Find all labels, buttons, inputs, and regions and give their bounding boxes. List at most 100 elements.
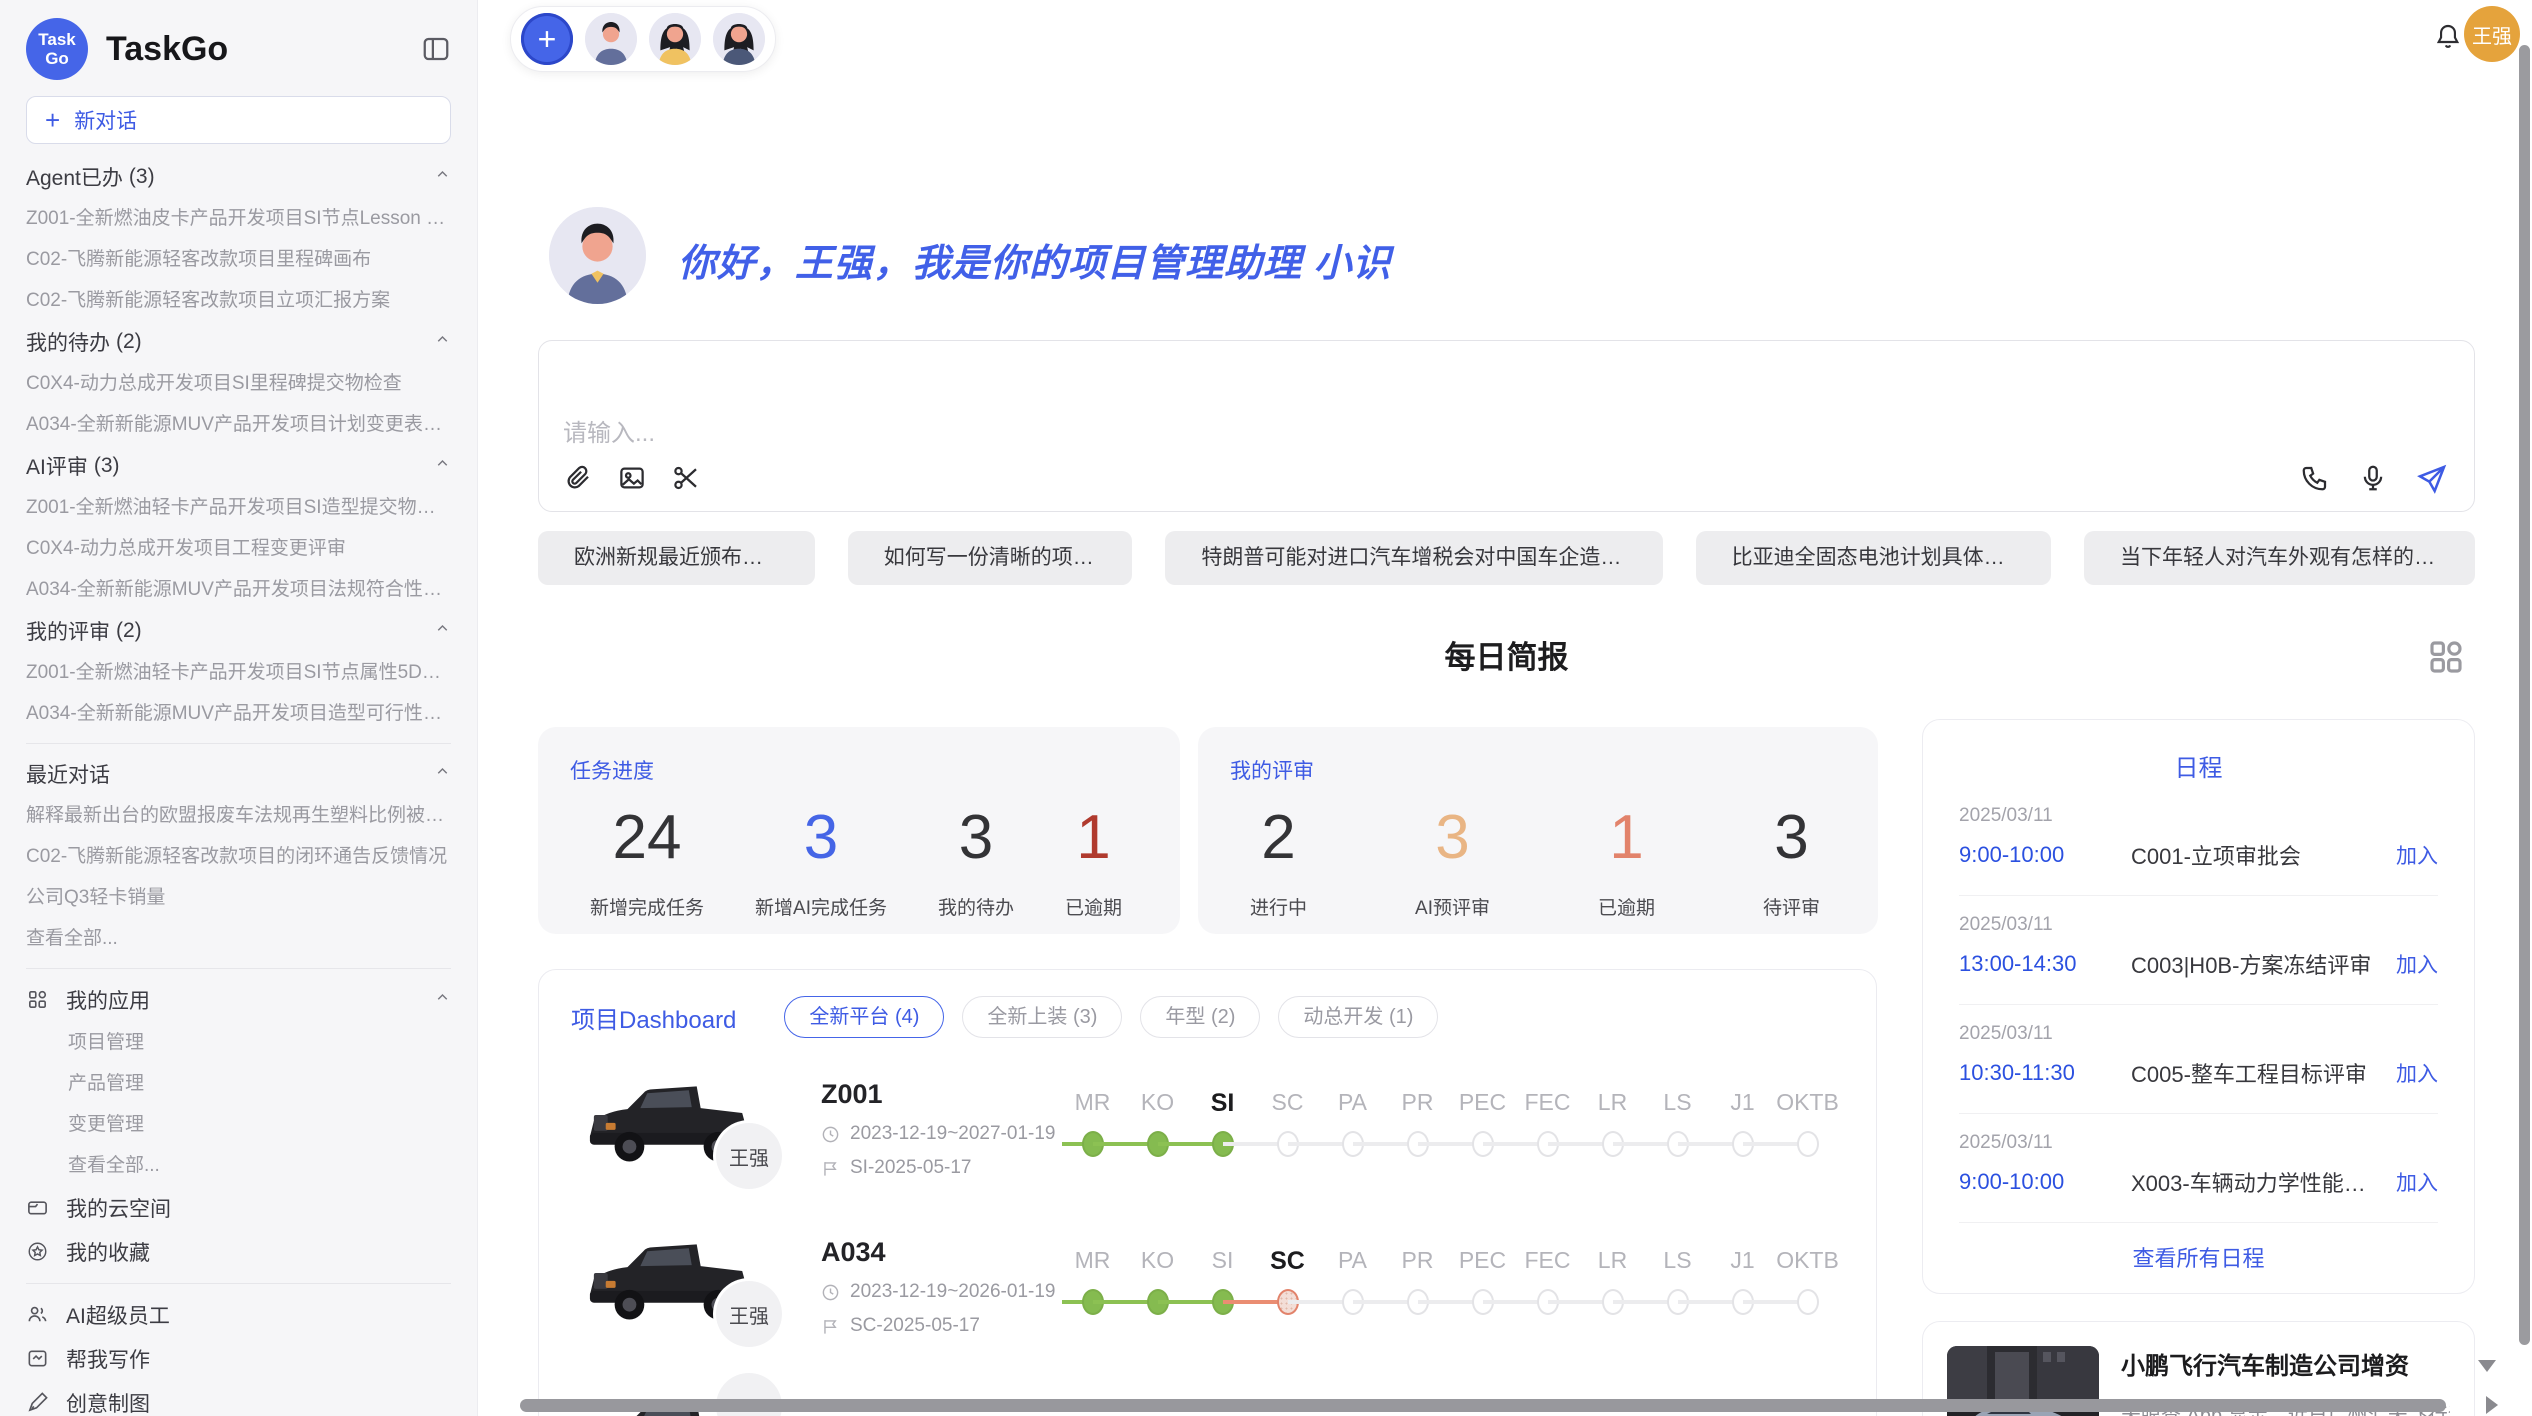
- sidebar-recent-item[interactable]: C02-飞腾新能源轻客改款项目的闭环通告反馈情况: [26, 836, 451, 877]
- sidebar-section-header-1[interactable]: 我的待办(2): [26, 321, 451, 363]
- sidebar-task-item[interactable]: C02-飞腾新能源轻客改款项目立项汇报方案: [26, 280, 451, 321]
- sidebar-task-item[interactable]: Z001-全新燃油皮卡产品开发项目SI节点Lesson Learn报告: [26, 198, 451, 239]
- chat-input[interactable]: [563, 341, 2163, 461]
- dashboard-tab-3[interactable]: 年型 (2): [1140, 996, 1260, 1038]
- sidebar-task-item[interactable]: A034-全新新能源MUV产品开发项目计划变更表编写: [26, 404, 451, 445]
- sidebar-item-people[interactable]: AI超级员工: [26, 1293, 451, 1337]
- session-avatar-2[interactable]: [649, 13, 701, 65]
- project-code: A034: [821, 1237, 886, 1268]
- section-count: (2): [116, 619, 142, 643]
- view-all-schedule-link[interactable]: 查看所有日程: [1923, 1241, 2474, 1273]
- sidebar-link-label: 我的收藏: [66, 1237, 150, 1267]
- chevron-up-icon: [434, 165, 451, 189]
- sidebar-item-my-apps[interactable]: 我的应用: [26, 978, 451, 1022]
- stat-value: 1: [1065, 807, 1122, 869]
- clock-icon: [821, 1125, 840, 1144]
- sidebar-item-write[interactable]: 帮我写作: [26, 1337, 451, 1381]
- phone-call-icon[interactable]: [2300, 463, 2332, 495]
- section-title: 我的评审: [26, 616, 110, 646]
- task-progress-card: 任务进度24新增完成任务3新增AI完成任务3我的待办1已逾期: [538, 727, 1180, 934]
- project-date-range: 2023-12-19~2026-01-19: [821, 1281, 1055, 1303]
- new-chat-label: 新对话: [74, 105, 137, 135]
- project-milestone-date: SC-2025-05-17: [821, 1315, 980, 1337]
- suggestion-chip-5[interactable]: 当下年轻人对汽车外观有怎样的喜好趋势: [2084, 531, 2475, 585]
- scroll-right-arrow-icon[interactable]: [2486, 1396, 2498, 1414]
- join-link[interactable]: 加入: [2396, 840, 2438, 870]
- sidebar-apps-section: 我的应用项目管理产品管理变更管理查看全部...: [26, 978, 451, 1186]
- sidebar-collapse-icon[interactable]: [421, 34, 451, 64]
- add-session-button[interactable]: +: [521, 13, 573, 65]
- sidebar-task-item[interactable]: A034-全新新能源MUV产品开发项目造型可行性评审: [26, 693, 451, 734]
- sidebar-task-item[interactable]: C0X4-动力总成开发项目SI里程碑提交物检查: [26, 363, 451, 404]
- microphone-icon[interactable]: [2358, 463, 2390, 495]
- my-review-card: 我的评审2进行中3AI预评审1已逾期3待评审: [1198, 727, 1878, 934]
- sidebar-recent-item[interactable]: 解释最新出台的欧盟报废车法规再生塑料比例被调至15%...: [26, 795, 451, 836]
- chevron-up-icon: [434, 330, 451, 354]
- scroll-down-arrow-icon[interactable]: [2478, 1360, 2496, 1372]
- stat-value: 2: [1250, 807, 1307, 869]
- layout-grid-icon[interactable]: [2425, 636, 2467, 678]
- section-title: 最近对话: [26, 759, 110, 789]
- stat-column: 24新增完成任务: [590, 807, 704, 920]
- sidebar-recent-section: 最近对话解释最新出台的欧盟报废车法规再生塑料比例被调至15%...C02-飞腾新…: [26, 753, 451, 959]
- send-icon[interactable]: [2416, 463, 2448, 495]
- scissors-icon[interactable]: [671, 463, 703, 495]
- sidebar-item-cloud[interactable]: 我的云空间: [26, 1186, 451, 1230]
- sidebar-app-item[interactable]: 变更管理: [26, 1104, 451, 1145]
- milestone-label-SI: SI: [1190, 1247, 1255, 1276]
- sidebar-section-header-2[interactable]: AI评审(3): [26, 445, 451, 487]
- milestone-date-text: SI-2025-05-17: [850, 1157, 971, 1179]
- stat-value: 24: [590, 807, 704, 869]
- stat-label: 进行中: [1250, 893, 1307, 920]
- suggestion-chip-2[interactable]: 如何写一份清晰的项目周报: [848, 531, 1133, 585]
- image-upload-icon[interactable]: [617, 463, 649, 495]
- user-avatar-badge[interactable]: 王强: [2464, 6, 2520, 62]
- horizontal-scrollbar[interactable]: [520, 1399, 2446, 1412]
- notification-bell-icon[interactable]: [2432, 22, 2464, 54]
- milestone-label-LR: LR: [1580, 1089, 1645, 1118]
- join-link[interactable]: 加入: [2396, 1167, 2438, 1197]
- dashboard-tab-1[interactable]: 全新平台 (4): [784, 996, 944, 1038]
- taskgo-app: Task Go TaskGo + 新对话 Agent已办(3)Z001-全新燃油…: [0, 0, 2532, 1416]
- suggestion-chip-4[interactable]: 比亚迪全固态电池计划具体说了什么: [1696, 531, 2051, 585]
- sidebar-recent-item[interactable]: 公司Q3轻卡销量: [26, 877, 451, 918]
- project-owner-badge: 王强: [716, 1281, 782, 1347]
- stat-label: 我的待办: [938, 893, 1014, 920]
- sidebar-item-pen[interactable]: 创意制图: [26, 1381, 451, 1416]
- project-dashboard-card: 项目Dashboard 全新平台 (4)全新上装 (3)年型 (2)动总开发 (…: [538, 969, 1877, 1416]
- sidebar-task-item[interactable]: Z001-全新燃油轻卡产品开发项目SI节点属性5D文件评审: [26, 652, 451, 693]
- attachment-icon[interactable]: [563, 463, 595, 495]
- divider: [26, 743, 451, 744]
- sidebar-footer-links: AI超级员工帮我写作创意制图: [26, 1293, 451, 1416]
- schedule-event-title: C001-立项审批会: [2131, 839, 2384, 871]
- sidebar-app-item[interactable]: 项目管理: [26, 1022, 451, 1063]
- sidebar-app-item[interactable]: 查看全部...: [26, 1145, 451, 1186]
- stat-label: 已逾期: [1598, 893, 1655, 920]
- apps-grid-icon: [26, 988, 50, 1012]
- sidebar-section-header-0[interactable]: Agent已办(3): [26, 156, 451, 198]
- milestone-label-KO: KO: [1125, 1089, 1190, 1118]
- dashboard-tab-2[interactable]: 全新上装 (3): [962, 996, 1122, 1038]
- sidebar-recent-item[interactable]: 查看全部...: [26, 918, 451, 959]
- dashboard-tab-4[interactable]: 动总开发 (1): [1278, 996, 1438, 1038]
- join-link[interactable]: 加入: [2396, 1058, 2438, 1088]
- sidebar-recent-header[interactable]: 最近对话: [26, 753, 451, 795]
- sidebar-app-item[interactable]: 产品管理: [26, 1063, 451, 1104]
- session-avatar-1[interactable]: [585, 13, 637, 65]
- sidebar-task-item[interactable]: Z001-全新燃油轻卡产品开发项目SI造型提交物评审: [26, 487, 451, 528]
- vertical-scrollbar[interactable]: [2519, 45, 2530, 1345]
- suggestion-chip-3[interactable]: 特朗普可能对进口汽车增税会对中国车企造成哪些影响: [1165, 531, 1662, 585]
- session-avatar-3[interactable]: [713, 13, 765, 65]
- sidebar-item-star[interactable]: 我的收藏: [26, 1230, 451, 1274]
- sidebar-section-header-3[interactable]: 我的评审(2): [26, 610, 451, 652]
- sidebar-task-item[interactable]: C02-飞腾新能源轻客改款项目里程碑画布: [26, 239, 451, 280]
- suggestion-chip-1[interactable]: 欧洲新规最近颁布了什么?: [538, 531, 815, 585]
- sidebar-task-item[interactable]: A034-全新新能源MUV产品开发项目法规符合性评审: [26, 569, 451, 610]
- project-date-range: 2023-12-19~2027-01-19: [821, 1123, 1055, 1145]
- dashboard-header: 项目Dashboard 全新平台 (4)全新上装 (3)年型 (2)动总开发 (…: [571, 996, 1438, 1038]
- join-link[interactable]: 加入: [2396, 949, 2438, 979]
- sidebar-task-item[interactable]: C0X4-动力总成开发项目工程变更评审: [26, 528, 451, 569]
- stat-row: 24新增完成任务3新增AI完成任务3我的待办1已逾期: [570, 807, 1122, 920]
- project-row: 王强 A034 2023-12-19~2026-01-19 SC-2025-05-17…: [539, 1225, 1876, 1383]
- new-chat-button[interactable]: + 新对话: [26, 96, 451, 144]
